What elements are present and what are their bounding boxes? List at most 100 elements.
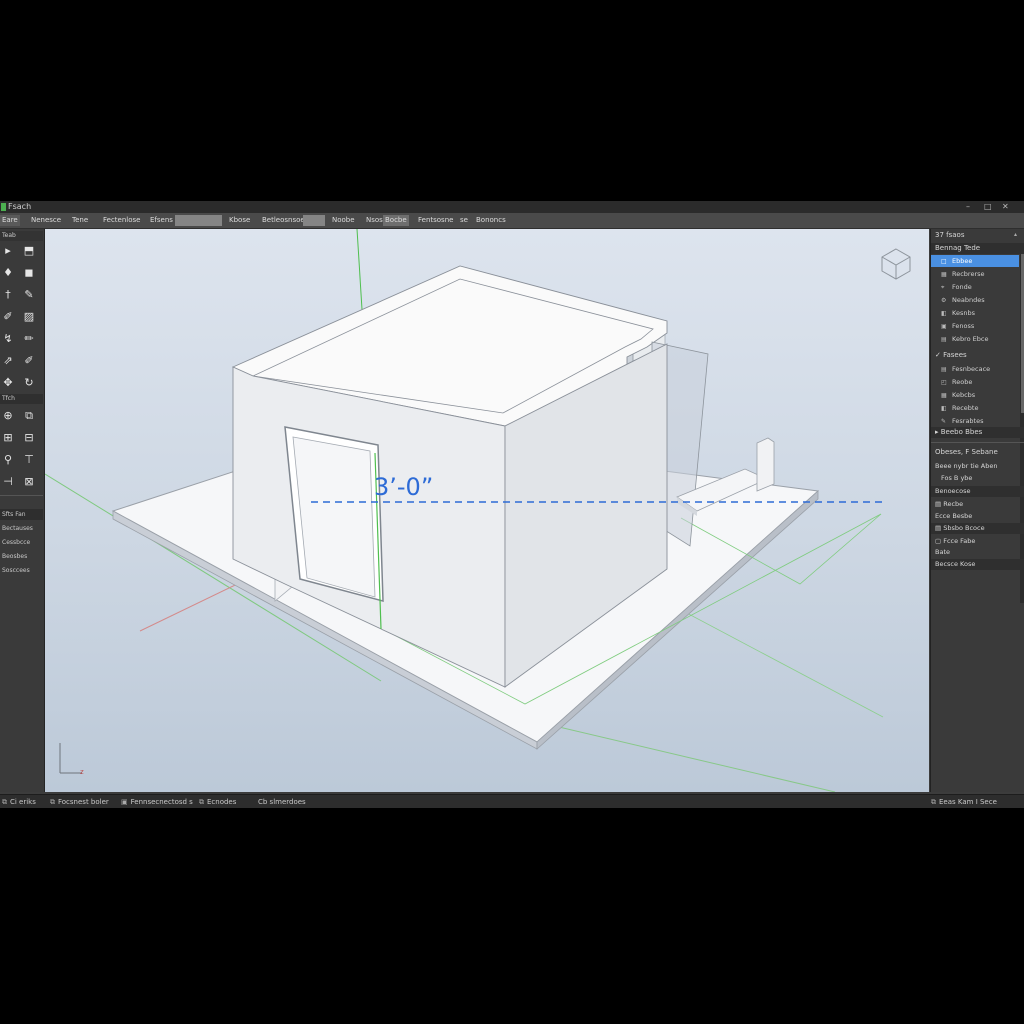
move-icon[interactable]: ✥ — [1, 376, 15, 390]
dimension-label[interactable]: 3’-0” — [374, 473, 433, 501]
tee-icon[interactable]: ⊤ — [22, 453, 36, 467]
panel-item-label: Fonde — [952, 283, 972, 291]
tape-icon[interactable]: ↯ — [1, 332, 15, 346]
status-item-2[interactable]: ⧉ Focsnest boler — [50, 797, 109, 807]
toolbox-divider — [0, 495, 43, 496]
rotate-icon[interactable]: ↻ — [22, 376, 36, 390]
item-icon: ▦ — [941, 271, 947, 278]
pen-icon[interactable]: ✐ — [1, 310, 15, 324]
panel-item-label: Kesnbs — [952, 309, 975, 317]
status-item-1[interactable]: ⧉ Ci eriks — [2, 797, 36, 807]
item-icon: ▤ — [941, 336, 947, 343]
status-icon: ▣ — [121, 798, 128, 806]
outside-post — [756, 437, 775, 492]
prop-row-2[interactable]: Fos B ybe — [931, 473, 1024, 484]
panel-item-3[interactable]: ⌖ Fonde — [931, 281, 1019, 293]
status-item-right[interactable]: ⧉ Eeas Kam I Sece — [931, 797, 997, 807]
prop-row-8[interactable]: Bate — [931, 547, 1024, 558]
scale-icon[interactable]: ⧉ — [22, 409, 36, 423]
menu-field-2[interactable] — [303, 215, 325, 226]
line-icon[interactable]: † — [1, 288, 15, 302]
prop-row-1[interactable]: Beee nybr tie Aben — [931, 461, 1024, 472]
model-scene[interactable]: z — [45, 229, 929, 792]
menu-item-3[interactable]: Tene — [70, 215, 90, 226]
menu-item-7[interactable]: Betleosnsoe — [260, 215, 307, 226]
title-bar: Fsach – □ ✕ — [0, 201, 1024, 213]
panel-item-1[interactable]: □ Ebbee — [931, 255, 1019, 267]
panel-item-8[interactable]: ▤ Fesnbecace — [931, 363, 1019, 375]
minimize-button[interactable]: – — [966, 201, 970, 213]
pointer-icon[interactable]: ▸ — [1, 244, 15, 258]
prop-row-7[interactable]: ▢ Fcce Fabe — [931, 536, 1024, 547]
dim-icon[interactable]: ⊣ — [1, 475, 15, 489]
prop-row-9[interactable]: Becsce Kose — [931, 559, 1024, 570]
maximize-button[interactable]: □ — [984, 201, 992, 213]
prop-row-5[interactable]: Ecce Besbe — [931, 511, 1024, 522]
panel-divider — [931, 442, 1024, 443]
item-icon: ▤ — [941, 366, 947, 373]
toolbox-row-5[interactable]: Sosccees — [0, 565, 43, 576]
panel-item-5[interactable]: ◧ Kesnbs — [931, 307, 1019, 319]
menu-field-1[interactable] — [175, 215, 222, 226]
panel-item-label: Fenoss — [952, 322, 975, 330]
push-icon[interactable]: ⇗ — [1, 354, 15, 368]
section-title-2[interactable]: ✓ Fasees — [931, 350, 1024, 361]
panel-item-label: Kebro Ebce — [952, 335, 989, 343]
pencil-icon[interactable]: ✏ — [22, 332, 36, 346]
panel-item-7[interactable]: ▤ Kebro Ebce — [931, 333, 1019, 345]
menu-item-12[interactable]: se — [458, 215, 470, 226]
prop-row-6[interactable]: ▤ Sbsbo Bcoce — [931, 523, 1024, 534]
menu-item-11[interactable]: Fentsosne — [416, 215, 455, 226]
section-icon[interactable]: ⊠ — [22, 475, 36, 489]
panel-item-6[interactable]: ▣ Fenoss — [931, 320, 1019, 332]
panel-item-11[interactable]: ◧ Recebte — [931, 402, 1019, 414]
rect-icon[interactable]: ⊕ — [1, 409, 15, 423]
brush-icon[interactable]: ▨ — [22, 310, 36, 324]
menu-item-6[interactable]: Kbose — [227, 215, 252, 226]
panel-item-2[interactable]: ▦ Recbrerse — [931, 268, 1019, 280]
menu-item-13[interactable]: Bononcs — [474, 215, 508, 226]
panel-collapse-icon[interactable]: ▴ — [1014, 231, 1017, 238]
menu-item-1[interactable]: Eare — [0, 215, 20, 226]
view-cube-icon[interactable] — [879, 246, 913, 280]
item-icon: ◧ — [941, 405, 947, 412]
menu-item-5[interactable]: Efsens — [148, 215, 175, 226]
menu-item-10[interactable]: Bocbe — [383, 215, 409, 226]
toolbox-row-3[interactable]: Cessbcce — [0, 537, 43, 548]
cursor-icon[interactable]: ⬒ — [22, 244, 36, 258]
section-title-3[interactable]: ▸ Beebo Bbes — [931, 427, 1024, 438]
status-label: Ci eriks — [10, 798, 36, 806]
panel-item-9[interactable]: ◰ Reobe — [931, 376, 1019, 388]
panel-item-4[interactable]: ⚙ Neabndes — [931, 294, 1019, 306]
prop-icon: ▤ — [935, 524, 944, 532]
prop-row-3[interactable]: Benoecose — [931, 486, 1024, 497]
orbit-icon[interactable]: ✐ — [22, 354, 36, 368]
panel-item-10[interactable]: ▦ Kebcbs — [931, 389, 1019, 401]
status-label: Ecnodes — [207, 798, 237, 806]
eraser-icon[interactable]: ✎ — [22, 288, 36, 302]
section-title-1[interactable]: Bennag Tede — [931, 243, 1024, 254]
panel-item-12[interactable]: ✎ Fesrabtes — [931, 415, 1019, 427]
search-icon[interactable]: ⚲ — [1, 453, 15, 467]
toolbox-row-2[interactable]: Bectauses — [0, 523, 43, 534]
item-icon: ⌖ — [941, 284, 945, 291]
status-item-4[interactable]: ⧉ Ecnodes — [199, 797, 236, 807]
status-item-5[interactable]: Cb slmerdoes — [258, 797, 306, 807]
menu-item-2[interactable]: Nenesce — [29, 215, 63, 226]
menu-item-9[interactable]: Nsos — [364, 215, 385, 226]
toolbox-row-4[interactable]: Beosbes — [0, 551, 43, 562]
grid-icon[interactable]: ⊟ — [22, 431, 36, 445]
prop-row-4[interactable]: ▤ Recbe — [931, 499, 1024, 510]
3d-viewport[interactable]: z 3’-0” — [45, 229, 929, 792]
square-icon[interactable]: ◼ — [22, 266, 36, 280]
panel-item-label: Fesrabtes — [952, 417, 984, 425]
toolbox-section-header: Tfch — [0, 394, 43, 404]
menu-item-8[interactable]: Noobe — [330, 215, 357, 226]
toolbox-row-1[interactable]: Sfts Fan — [0, 509, 43, 520]
text-icon[interactable]: ⊞ — [1, 431, 15, 445]
toolbox: Teab ▸ ⬒ ♦ ◼ † ✎ ✐ ▨ ↯ ✏ ⇗ ✐ ✥ ↻ Tfch ⊕ … — [0, 229, 45, 792]
paint-icon[interactable]: ♦ — [1, 266, 15, 280]
menu-item-4[interactable]: Fectenlose — [101, 215, 142, 226]
status-item-3[interactable]: ▣ Fennsecnectosd s — [121, 797, 193, 807]
close-button[interactable]: ✕ — [1002, 201, 1009, 213]
